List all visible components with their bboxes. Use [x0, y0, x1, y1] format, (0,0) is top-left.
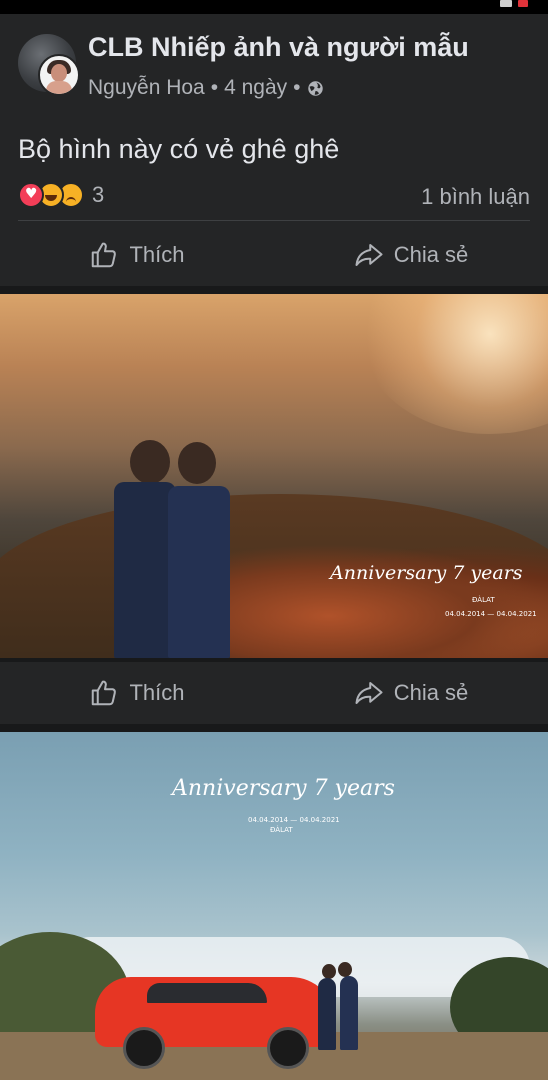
divider [18, 220, 530, 221]
meta-separator: • [210, 76, 219, 99]
status-bar [0, 0, 548, 14]
thumbs-up-icon [92, 242, 117, 268]
share-button[interactable]: Chia sẻ [274, 226, 548, 284]
like-button[interactable]: Thích [0, 226, 274, 284]
author-avatar[interactable] [38, 54, 80, 96]
photo-1-actions: Thích Chia sẻ [0, 662, 548, 724]
post-meta: Nguyễn Hoa • 4 ngày • [88, 76, 324, 100]
share-label: Chia sẻ [393, 680, 469, 705]
group-name[interactable]: CLB Nhiếp ảnh và người mẫu [88, 32, 469, 63]
signal-icon [500, 0, 512, 7]
post-photo-1[interactable]: Anniversary 7 years ĐÀLAT 04.04.2014 — 0… [0, 294, 548, 658]
photo-watermark-place: ĐÀLAT [270, 826, 293, 834]
photo-watermark-title: Anniversary 7 years [172, 776, 395, 801]
red-car [95, 977, 335, 1069]
post-text: Bộ hình này có vẻ ghê ghê [18, 134, 340, 164]
photo-watermark-dates: 04.04.2014 — 04.04.2021 [248, 816, 340, 824]
person-figure [114, 482, 176, 658]
like-label: Thích [129, 242, 185, 267]
love-reaction-icon [18, 182, 44, 208]
person-head [338, 962, 352, 977]
like-label: Thích [129, 680, 185, 705]
battery-icon [518, 0, 528, 7]
share-arrow-icon [355, 682, 383, 704]
status-icons [500, 0, 528, 8]
reaction-summary[interactable]: 3 [18, 182, 104, 208]
comment-count[interactable]: 1 bình luận [421, 184, 530, 210]
photo-watermark-place: ĐÀLAT [472, 596, 495, 604]
person-figure [168, 486, 230, 658]
share-arrow-icon [355, 244, 383, 266]
reaction-count: 3 [92, 182, 105, 207]
author-name[interactable]: Nguyễn Hoa [88, 76, 205, 100]
globe-icon [307, 80, 323, 96]
share-button[interactable]: Chia sẻ [274, 662, 548, 724]
like-button[interactable]: Thích [0, 662, 274, 724]
share-label: Chia sẻ [393, 242, 469, 267]
person-head [178, 442, 216, 484]
thumbs-up-icon [92, 680, 117, 706]
person-figure [318, 978, 336, 1050]
post-card: CLB Nhiếp ảnh và người mẫu Nguyễn Hoa • … [0, 14, 548, 286]
photo-watermark-dates: 04.04.2014 — 04.04.2021 [445, 610, 537, 618]
post-actions: Thích Chia sẻ [0, 226, 548, 284]
photo-watermark-title: Anniversary 7 years [330, 562, 523, 584]
person-head [130, 440, 170, 484]
post-photo-2[interactable]: Anniversary 7 years 04.04.2014 — 04.04.2… [0, 732, 548, 1080]
person-head [322, 964, 336, 979]
meta-separator-2: • [293, 76, 301, 99]
post-time[interactable]: 4 ngày [224, 76, 287, 100]
person-figure [340, 976, 358, 1050]
